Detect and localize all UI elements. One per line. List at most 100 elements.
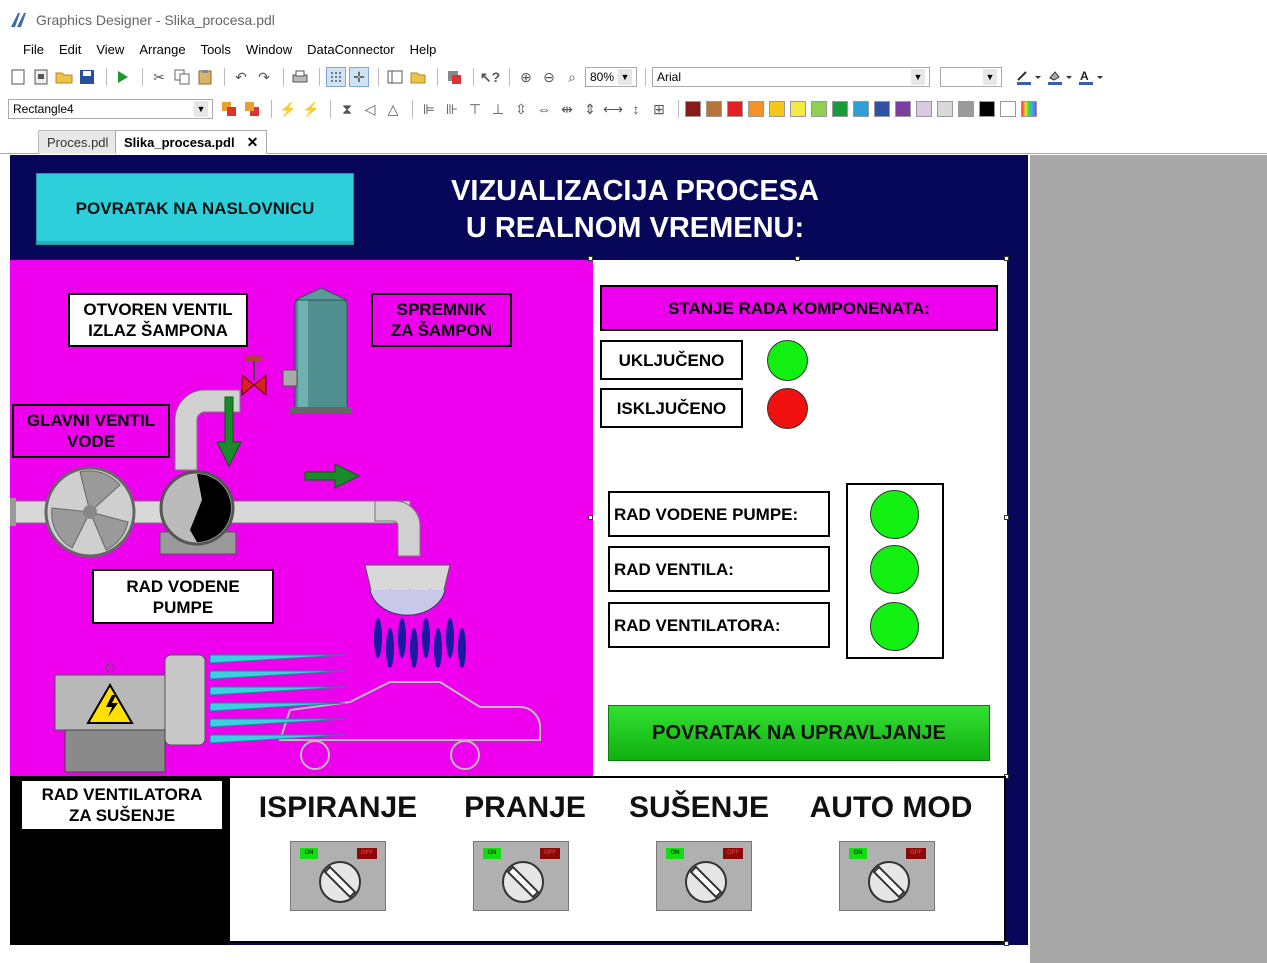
selection-handle[interactable] (1004, 515, 1009, 520)
status-header: STANJE RADA KOMPONENATA: (600, 285, 998, 331)
toolbar-separator (319, 68, 320, 86)
close-icon[interactable]: ✕ (247, 134, 259, 151)
menu-file[interactable]: File (22, 42, 45, 57)
label-shampoo-tank: SPREMNIK ZA ŠAMPON (371, 293, 512, 347)
palette-swatch-green[interactable] (832, 101, 848, 117)
switch-auto[interactable]: ON OFF (839, 841, 935, 911)
palette-swatch-blue[interactable] (874, 101, 890, 117)
same-size-icon[interactable]: ⊞ (649, 99, 669, 119)
layers-icon[interactable] (444, 67, 464, 87)
properties-icon[interactable] (385, 67, 405, 87)
distribute-vertical-icon[interactable]: ⇕ (580, 99, 600, 119)
selection-handle[interactable] (1004, 941, 1009, 946)
back-to-control-button[interactable]: POVRATAK NA UPRAVLJANJE (608, 705, 990, 761)
zoom-area-icon[interactable]: ⌕ (562, 67, 582, 87)
palette-swatch-black[interactable] (979, 101, 995, 117)
same-width-icon[interactable]: ⟷ (603, 99, 623, 119)
snap-to-grid-icon[interactable]: ✛ (349, 67, 369, 87)
palette-swatch-purple[interactable] (895, 101, 911, 117)
toolbar-separator (283, 68, 284, 86)
zoom-in-icon[interactable]: ⊕ (516, 67, 536, 87)
switch-rinse[interactable]: ON OFF (290, 841, 386, 911)
font-size-select[interactable]: ▼ (940, 67, 1002, 87)
palette-swatch-light-gray[interactable] (937, 101, 953, 117)
selection-handle[interactable] (795, 256, 800, 261)
tab-slika-procesa[interactable]: Slika_procesa.pdl ✕ (115, 130, 268, 154)
paste-icon[interactable] (195, 67, 215, 87)
mode-label-rinse: ISPIRANJE (258, 791, 418, 824)
object-selector[interactable]: Rectangle4 ▼ (8, 99, 213, 119)
fan-status-lamp (870, 602, 919, 651)
run-icon[interactable] (113, 67, 133, 87)
palette-swatch-gray[interactable] (958, 101, 974, 117)
selection-handle[interactable] (1004, 256, 1009, 261)
align-left-icon[interactable]: ⊫ (419, 99, 439, 119)
help-pointer-icon[interactable]: ↖? (480, 67, 500, 87)
font-color-icon[interactable]: A (1076, 67, 1104, 87)
zoom-select[interactable]: 80% ▼ (585, 67, 637, 87)
rotary-knob-icon (685, 861, 727, 903)
palette-swatch-cyan[interactable] (853, 101, 869, 117)
same-height-icon[interactable]: ↕ (626, 99, 646, 119)
legend-off-lamp (767, 388, 808, 429)
center-vertical-icon[interactable]: ⇔ (534, 99, 554, 119)
palette-swatch-white[interactable] (1000, 101, 1016, 117)
cut-icon[interactable]: ✂ (149, 67, 169, 87)
fill-color-icon[interactable] (1045, 67, 1073, 87)
palette-swatch-orange[interactable] (748, 101, 764, 117)
menu-arrange[interactable]: Arrange (138, 42, 186, 57)
disconnect-icon[interactable]: ⚡ (301, 99, 321, 119)
palette-swatch-lavender[interactable] (916, 101, 932, 117)
align-bottom-icon[interactable]: ⊥ (488, 99, 508, 119)
palette-more-colors-icon[interactable] (1021, 101, 1037, 117)
palette-swatch-gold[interactable] (769, 101, 785, 117)
center-horizontal-icon[interactable]: ⇳ (511, 99, 531, 119)
align-top-icon[interactable]: ⊤ (465, 99, 485, 119)
library-icon[interactable] (408, 67, 428, 87)
toolbar-separator (509, 68, 510, 86)
save-icon[interactable] (77, 67, 97, 87)
palette-swatch-yellow[interactable] (790, 101, 806, 117)
flip-horizontal-icon[interactable]: ⧗ (337, 99, 357, 119)
switch-dry[interactable]: ON OFF (656, 841, 752, 911)
redo-icon[interactable]: ↷ (254, 67, 274, 87)
menu-dataconnector[interactable]: DataConnector (306, 42, 395, 57)
font-family-select[interactable]: Arial ▼ (652, 67, 930, 87)
toolbar-separator (678, 100, 679, 118)
open-folder-icon[interactable] (54, 67, 74, 87)
back-to-home-button[interactable]: POVRATAK NA NASLOVNICU (36, 173, 354, 245)
grid-icon[interactable] (326, 67, 346, 87)
tab-proces[interactable]: Proces.pdl (38, 130, 118, 154)
flip-vertical-icon[interactable]: ◁ (360, 99, 380, 119)
format-toolbar: Rectangle4 ▼ ⚡ ⚡ ⧗ ◁ △ ⊫ ⊪ ⊤ ⊥ ⇳ ⇔ ⇹ ⇕ ⟷… (0, 97, 1267, 121)
menu-window[interactable]: Window (245, 42, 293, 57)
selection-handle[interactable] (588, 515, 593, 520)
palette-swatch-light-green[interactable] (811, 101, 827, 117)
rotate-icon[interactable]: △ (383, 99, 403, 119)
mode-label-wash: PRANJE (464, 791, 586, 824)
menu-edit[interactable]: Edit (58, 42, 82, 57)
bring-to-front-icon[interactable] (219, 99, 239, 119)
menu-help[interactable]: Help (409, 42, 438, 57)
zoom-out-icon[interactable]: ⊖ (539, 67, 559, 87)
new-project-icon[interactable] (31, 67, 51, 87)
selection-handle[interactable] (588, 256, 593, 261)
palette-swatch-brown[interactable] (706, 101, 722, 117)
distribute-horizontal-icon[interactable]: ⇹ (557, 99, 577, 119)
align-right-icon[interactable]: ⊪ (442, 99, 462, 119)
connect-icon[interactable]: ⚡ (278, 99, 298, 119)
line-color-icon[interactable] (1014, 67, 1042, 87)
toolbar-separator (271, 100, 272, 118)
label-main-water-valve: GLAVNI VENTIL VODE (12, 404, 170, 458)
palette-swatch-dark-red[interactable] (685, 101, 701, 117)
send-to-back-icon[interactable] (242, 99, 262, 119)
copy-icon[interactable] (172, 67, 192, 87)
palette-swatch-red[interactable] (727, 101, 743, 117)
menu-view[interactable]: View (95, 42, 125, 57)
undo-icon[interactable]: ↶ (231, 67, 251, 87)
new-file-icon[interactable] (8, 67, 28, 87)
menu-tools[interactable]: Tools (200, 42, 232, 57)
switch-wash[interactable]: ON OFF (473, 841, 569, 911)
pump-status-lamp (870, 490, 919, 539)
print-icon[interactable] (290, 67, 310, 87)
